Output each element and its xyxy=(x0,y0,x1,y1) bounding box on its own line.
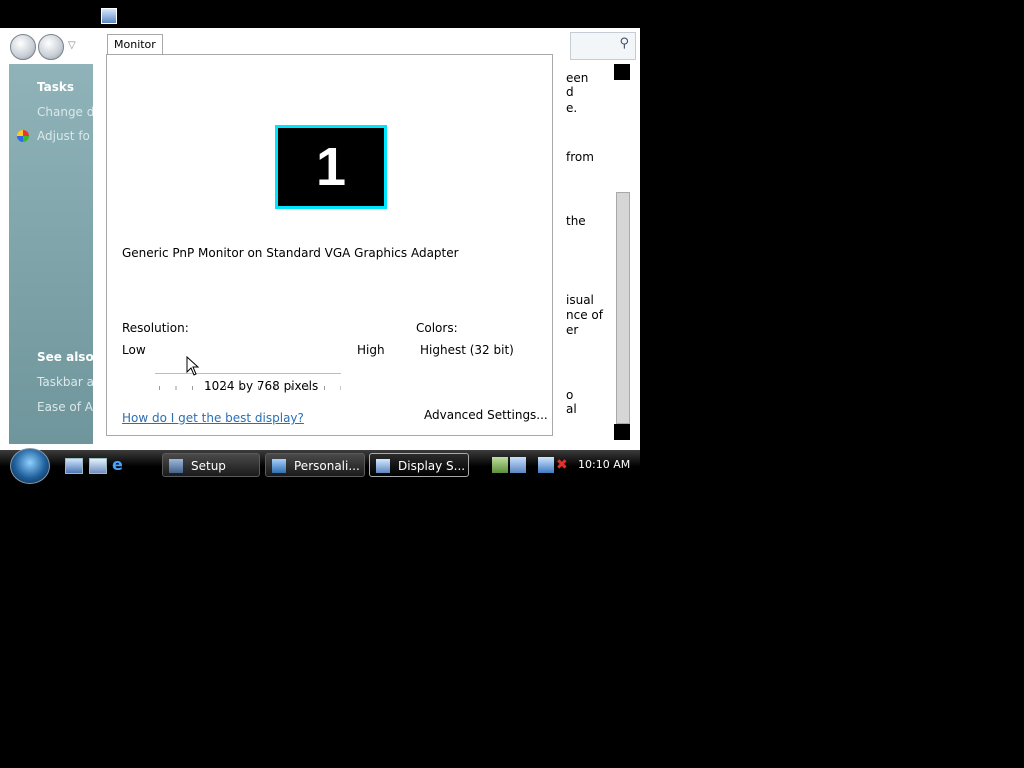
content-text-fragment: isual xyxy=(566,293,594,307)
mouse-pointer-icon xyxy=(186,356,200,376)
scroll-down-arrow[interactable] xyxy=(614,424,630,440)
content-text-fragment: o xyxy=(566,388,574,402)
taskbar-button-setup[interactable]: Setup xyxy=(162,453,260,477)
scrollbar-thumb[interactable] xyxy=(616,192,630,424)
display-settings-icon xyxy=(101,8,117,24)
taskbar: e Setup Personali... Display S... ✖ 10:1… xyxy=(0,448,640,484)
setup-icon xyxy=(169,459,183,473)
see-also-link-taskbar[interactable]: Taskbar an xyxy=(37,375,102,389)
internet-explorer-icon[interactable]: e xyxy=(112,457,128,473)
colors-label: Colors: xyxy=(416,321,458,335)
taskbar-button-display-settings[interactable]: Display S... xyxy=(369,453,469,477)
taskbar-button-label: Personali... xyxy=(294,459,360,473)
task-link-adjust-font[interactable]: Adjust fo xyxy=(37,129,90,143)
navigation-buttons: ▽ xyxy=(8,32,93,60)
switch-windows-icon[interactable] xyxy=(89,458,107,474)
colors-shield-icon xyxy=(17,130,29,142)
content-text-fragment: een xyxy=(566,71,589,85)
content-text-fragment: nce of xyxy=(566,308,603,322)
content-text-fragment: al xyxy=(566,402,577,416)
search-icon[interactable]: ⚲ xyxy=(619,36,629,51)
content-text-fragment: er xyxy=(566,323,579,337)
advanced-settings-button[interactable]: Advanced Settings... xyxy=(424,408,548,422)
volume-muted-icon[interactable]: ✖ xyxy=(556,457,572,473)
tasks-heading: Tasks xyxy=(37,80,75,94)
monitor-description: Generic PnP Monitor on Standard VGA Grap… xyxy=(122,246,459,260)
personalize-icon xyxy=(272,459,286,473)
network-icon[interactable] xyxy=(538,457,554,473)
dialog-titlebar[interactable] xyxy=(93,0,566,28)
monitor-1-icon[interactable]: 1 xyxy=(275,125,387,209)
see-also-heading: See also xyxy=(37,350,94,364)
content-text-fragment: e. xyxy=(566,101,578,115)
display-settings-icon xyxy=(376,459,390,473)
search-box[interactable]: ⚲ xyxy=(570,32,636,60)
taskbar-clock[interactable]: 10:10 AM xyxy=(578,458,630,471)
resolution-low-label: Low xyxy=(122,343,146,357)
task-pane: Tasks Change de Adjust fo See also Taskb… xyxy=(9,64,102,444)
content-text-fragment: from xyxy=(566,150,594,164)
scroll-up-arrow[interactable] xyxy=(614,64,630,80)
start-button[interactable] xyxy=(10,448,50,484)
best-display-help-link[interactable]: How do I get the best display? xyxy=(122,411,304,425)
tab-monitor[interactable]: Monitor xyxy=(107,34,163,55)
forward-button[interactable] xyxy=(38,34,64,60)
resolution-value: 1024 by 768 pixels xyxy=(204,379,319,393)
resolution-high-label: High xyxy=(357,343,385,357)
content-area-partial: ⚲ een d e. from the isual nce of er o al xyxy=(566,28,640,448)
content-text-fragment: d xyxy=(566,85,574,99)
tray-update-icon[interactable] xyxy=(492,457,508,473)
see-also-link-ease-of-access[interactable]: Ease of Ac xyxy=(37,400,99,414)
display-settings-dialog: Monitor 1 Generic PnP Monitor on Standar… xyxy=(93,0,566,450)
taskbar-button-label: Setup xyxy=(191,459,226,473)
content-text-fragment: the xyxy=(566,214,586,228)
dialog-body: Monitor 1 Generic PnP Monitor on Standar… xyxy=(93,28,566,450)
resolution-slider[interactable] xyxy=(155,373,341,374)
monitor-tab-panel: 1 Generic PnP Monitor on Standard VGA Gr… xyxy=(106,54,553,436)
resolution-label: Resolution: xyxy=(122,321,189,335)
show-desktop-icon[interactable] xyxy=(65,458,83,474)
tray-network-share-icon[interactable] xyxy=(510,457,526,473)
taskbar-button-label: Display S... xyxy=(398,459,466,473)
taskbar-button-personalization[interactable]: Personali... xyxy=(265,453,365,477)
back-button[interactable] xyxy=(10,34,36,60)
colors-select[interactable]: Highest (32 bit) xyxy=(420,343,514,357)
nav-dropdown-icon[interactable]: ▽ xyxy=(68,40,76,51)
